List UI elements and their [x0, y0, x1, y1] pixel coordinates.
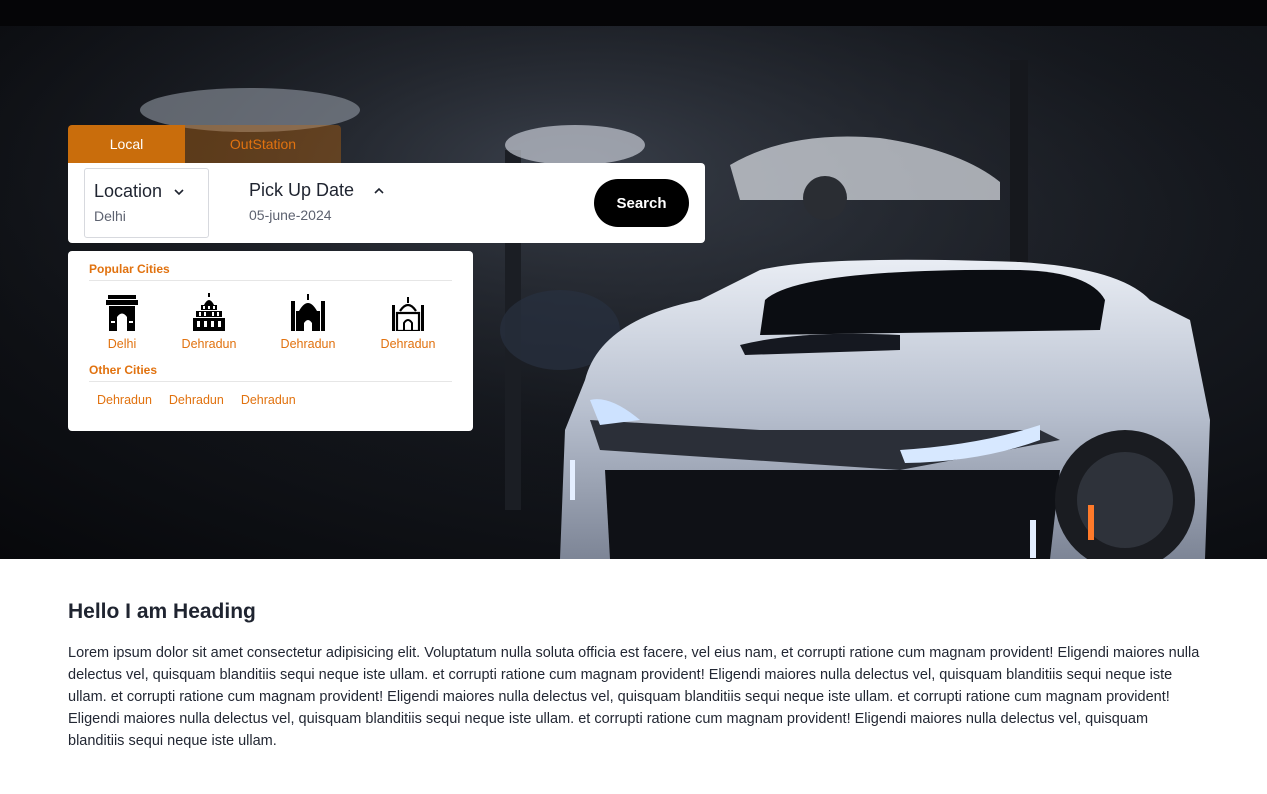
- chevron-down-icon: [174, 188, 184, 195]
- date-field-title: Pick Up Date: [249, 180, 419, 201]
- popular-city-item[interactable]: Dehradun: [273, 293, 343, 351]
- other-cities-list: Dehradun Dehradun Dehradun: [89, 393, 452, 407]
- popular-city-label: Dehradun: [280, 337, 336, 351]
- popular-city-item[interactable]: Dehradun: [174, 293, 244, 351]
- location-select[interactable]: Location Delhi: [84, 168, 209, 238]
- pickup-date-picker[interactable]: Pick Up Date 05-june-2024: [249, 180, 419, 223]
- popular-city-item[interactable]: Delhi: [87, 293, 157, 351]
- city-dropdown: Popular Cities Delhi Dehradun Dehradun D…: [68, 251, 473, 431]
- popular-city-label: Delhi: [107, 337, 137, 351]
- content-section: Hello I am Heading Lorem ipsum dolor sit…: [68, 600, 1208, 752]
- other-city-link[interactable]: Dehradun: [97, 393, 152, 407]
- other-city-link[interactable]: Dehradun: [241, 393, 296, 407]
- location-value: Delhi: [94, 208, 126, 224]
- location-label: Location: [94, 181, 163, 201]
- chevron-up-icon: [374, 187, 384, 194]
- popular-city-label: Dehradun: [380, 337, 436, 351]
- pickup-date-value: 05-june-2024: [249, 207, 332, 223]
- pickup-date-label: Pick Up Date: [249, 180, 355, 200]
- content-paragraph: Lorem ipsum dolor sit amet consectetur a…: [68, 645, 1200, 749]
- tab-outstation[interactable]: OutStation: [185, 125, 341, 163]
- india-gate-icon: [106, 295, 138, 331]
- search-panel: Location Delhi Pick Up Date 05-june-2024…: [68, 163, 705, 243]
- other-city-link[interactable]: Dehradun: [169, 393, 224, 407]
- popular-city-item[interactable]: Dehradun: [373, 293, 443, 351]
- search-button[interactable]: Search: [594, 179, 689, 227]
- content-heading: Hello I am Heading: [68, 600, 256, 623]
- popular-cities-heading: Popular Cities: [89, 262, 452, 281]
- other-cities-heading: Other Cities: [89, 363, 452, 382]
- tab-local[interactable]: Local: [68, 125, 185, 163]
- popular-cities-list: Delhi Dehradun Dehradun Dehradun: [89, 281, 452, 363]
- popular-city-label: Dehradun: [181, 337, 237, 351]
- trip-type-tabs: Local OutStation: [68, 125, 341, 163]
- hero-banner: Local OutStation Location Delhi Pick Up …: [0, 0, 1267, 559]
- mosque-outline-icon: [392, 297, 424, 331]
- location-field-title: Location: [94, 181, 199, 202]
- mosque-icon: [291, 294, 325, 331]
- temple-icon: [193, 293, 225, 331]
